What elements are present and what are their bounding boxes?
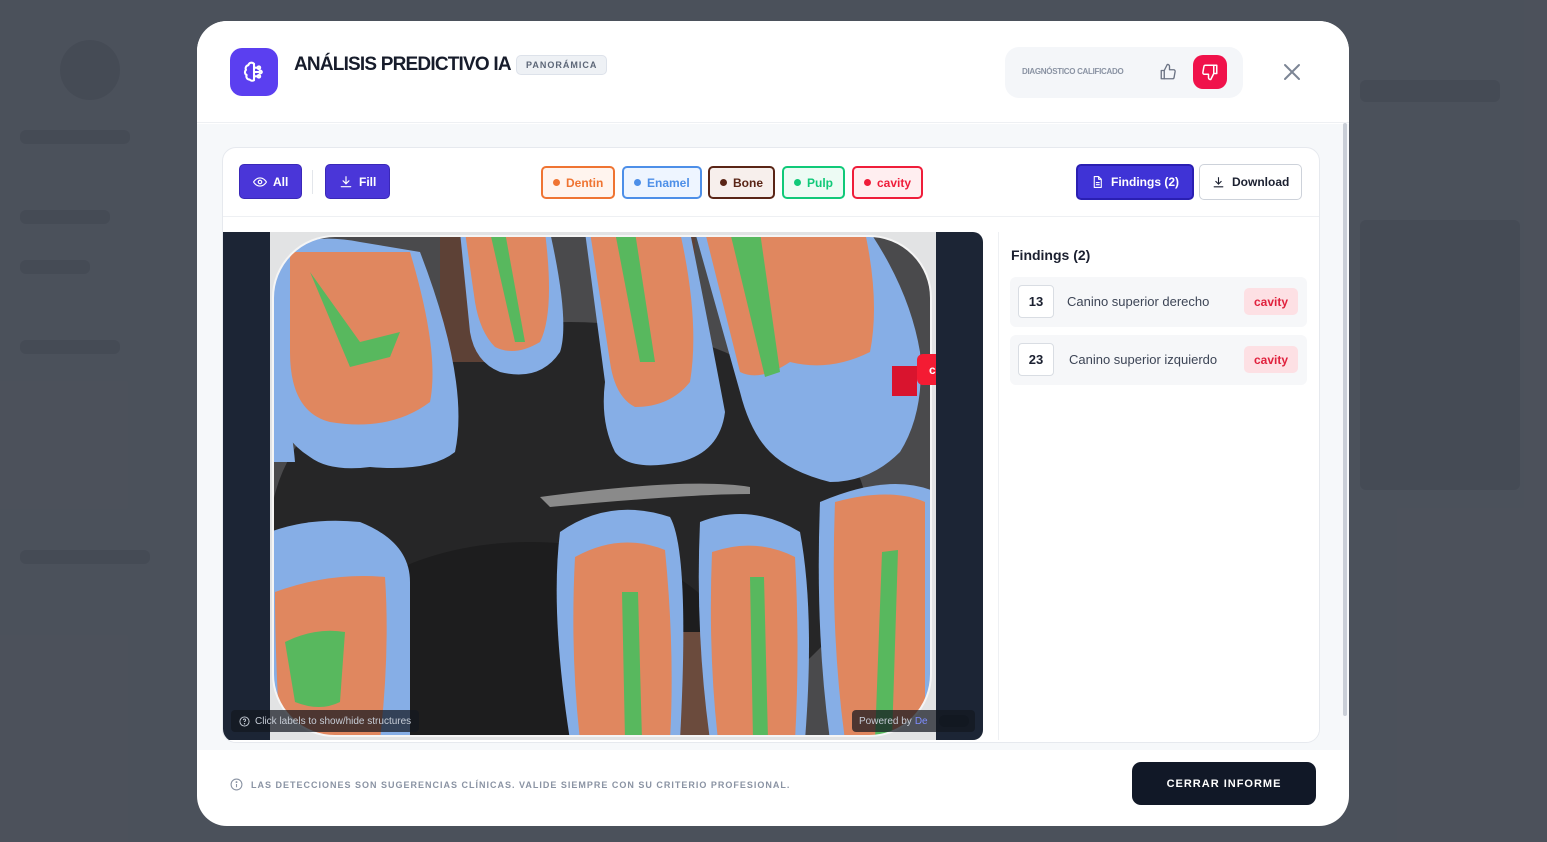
show-all-button[interactable]: All bbox=[239, 164, 303, 199]
close-report-button[interactable]: CERRAR INFORME bbox=[1132, 762, 1316, 805]
pulp-dot-icon bbox=[794, 179, 801, 186]
powered-by: Powered by De bbox=[852, 710, 975, 732]
chip-bone[interactable]: Bone bbox=[708, 166, 775, 199]
help-icon bbox=[239, 715, 250, 727]
finding-item[interactable]: 23 Canino superior izquierdo cavity bbox=[1010, 335, 1307, 385]
tooth-number: 23 bbox=[1018, 343, 1054, 376]
powered-toggle bbox=[939, 715, 969, 727]
chip-dentin-label: Dentin bbox=[566, 175, 604, 190]
xray-image[interactable]: cavity bbox=[270, 232, 936, 740]
chip-dentin[interactable]: Dentin bbox=[541, 166, 616, 199]
rating-label: DIAGNÓSTICO CALIFICADO bbox=[1022, 67, 1124, 76]
modal-body: All Fill Dentin Enamel Bone Pulp cavity … bbox=[197, 124, 1349, 750]
document-icon bbox=[1093, 176, 1102, 188]
download-icon bbox=[1213, 176, 1224, 187]
image-type-badge: PANORÁMICA bbox=[516, 55, 608, 75]
thumb-up-icon[interactable] bbox=[1157, 61, 1179, 83]
fill-button[interactable]: Fill bbox=[325, 164, 391, 199]
findings-button[interactable]: Findings (2) bbox=[1076, 164, 1194, 200]
eye-icon bbox=[253, 176, 267, 187]
info-icon bbox=[230, 778, 243, 791]
bone-dot-icon bbox=[720, 179, 727, 186]
cavity-marker[interactable] bbox=[892, 366, 917, 396]
brain-icon bbox=[230, 48, 278, 96]
enamel-dot-icon bbox=[634, 179, 641, 186]
toolbar-divider bbox=[312, 170, 313, 194]
download-button[interactable]: Download bbox=[1199, 164, 1303, 200]
analysis-modal: ANÁLISIS PREDICTIVO IA PANORÁMICA DIAGNÓ… bbox=[197, 21, 1349, 826]
show-all-label: All bbox=[273, 174, 289, 189]
viewer-hint: Click labels to show/hide structures bbox=[231, 710, 420, 732]
fill-label: Fill bbox=[359, 174, 377, 189]
modal-scrollbar[interactable] bbox=[1343, 123, 1347, 716]
cavity-tag[interactable]: cavity bbox=[917, 354, 936, 385]
viewer-hint-text: Click labels to show/hide structures bbox=[255, 715, 412, 727]
modal-title: ANÁLISIS PREDICTIVO IA bbox=[294, 54, 512, 75]
thumb-down-icon[interactable] bbox=[1193, 55, 1227, 89]
powered-by-text: Powered by bbox=[859, 715, 912, 727]
powered-by-brand: De bbox=[914, 715, 928, 727]
findings-button-label: Findings (2) bbox=[1111, 175, 1179, 189]
finding-badge: cavity bbox=[1243, 346, 1298, 373]
chip-pulp[interactable]: Pulp bbox=[782, 166, 845, 199]
image-viewer[interactable]: cavity Click labels to show/hide structu… bbox=[223, 232, 983, 740]
download-icon bbox=[340, 175, 352, 187]
chip-enamel[interactable]: Enamel bbox=[622, 166, 702, 199]
finding-item[interactable]: 13 Canino superior derecho cavity bbox=[1010, 277, 1307, 327]
finding-badge: cavity bbox=[1243, 288, 1298, 315]
close-icon[interactable] bbox=[1281, 61, 1303, 83]
findings-title: Findings (2) bbox=[1011, 247, 1091, 263]
chip-cavity[interactable]: cavity bbox=[852, 166, 924, 199]
findings-pane: Findings (2) 13 Canino superior derecho … bbox=[998, 232, 1319, 740]
chip-pulp-label: Pulp bbox=[807, 175, 833, 190]
tooth-name: Canino superior izquierdo bbox=[1069, 352, 1218, 367]
dentin-dot-icon bbox=[553, 179, 560, 186]
modal-header: ANÁLISIS PREDICTIVO IA PANORÁMICA DIAGNÓ… bbox=[197, 21, 1349, 123]
xray-segmentation bbox=[272, 235, 932, 737]
download-label: Download bbox=[1232, 175, 1290, 189]
disclaimer-text: LAS DETECCIONES SON SUGERENCIAS CLÍNICAS… bbox=[251, 779, 791, 790]
analysis-panel: All Fill Dentin Enamel Bone Pulp cavity … bbox=[222, 147, 1320, 743]
rating-box: DIAGNÓSTICO CALIFICADO bbox=[1005, 47, 1243, 98]
tooth-name: Canino superior derecho bbox=[1067, 294, 1210, 309]
toolbar: All Fill Dentin Enamel Bone Pulp cavity … bbox=[223, 148, 1319, 217]
tooth-number: 13 bbox=[1018, 285, 1054, 318]
chip-enamel-label: Enamel bbox=[647, 175, 690, 190]
chip-bone-label: Bone bbox=[733, 175, 763, 190]
disclaimer: LAS DETECCIONES SON SUGERENCIAS CLÍNICAS… bbox=[230, 778, 790, 791]
chip-cavity-label: cavity bbox=[877, 175, 912, 190]
cavity-dot-icon bbox=[864, 179, 871, 186]
